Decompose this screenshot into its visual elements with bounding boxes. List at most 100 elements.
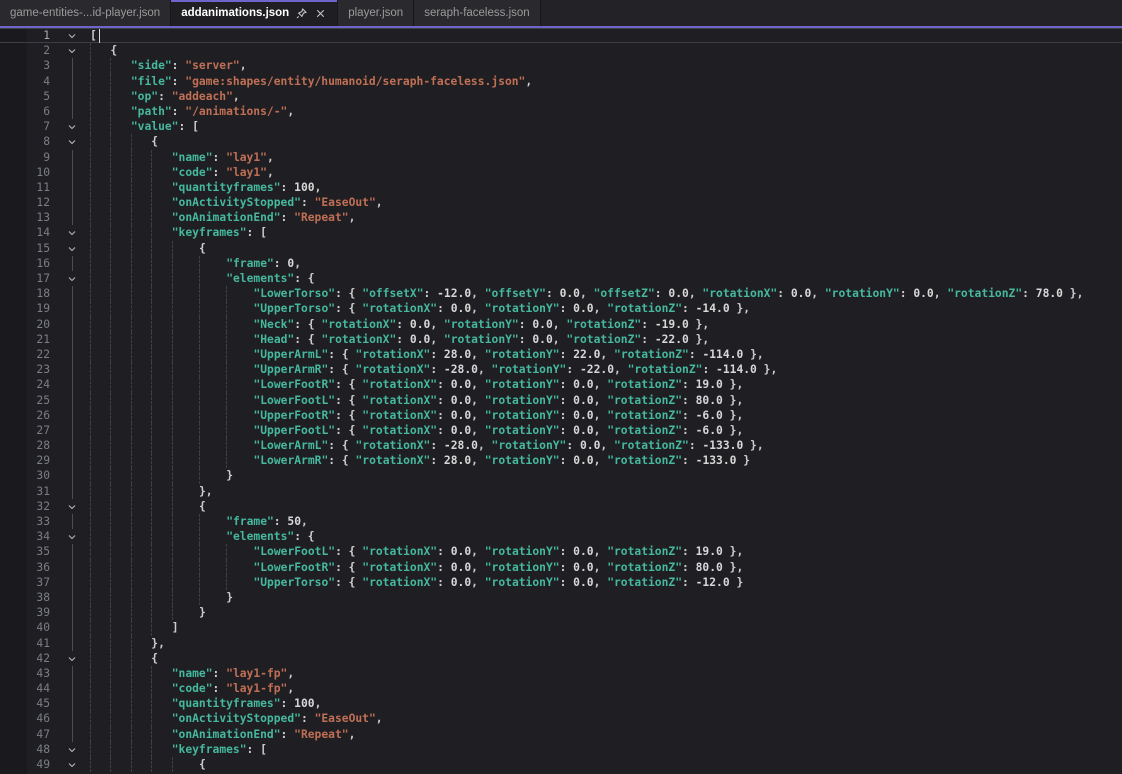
code-line-42[interactable]: 42{ [0, 651, 1122, 666]
code-line-3[interactable]: 3"side": "server", [0, 58, 1122, 73]
code-content[interactable]: "UpperArmR": { "rotationX": -28.0, "rota… [90, 362, 1122, 377]
code-content[interactable]: { [90, 241, 1122, 256]
code-content[interactable]: "keyframes": [ [90, 225, 1122, 240]
code-line-37[interactable]: 37"UpperTorso": { "rotationX": 0.0, "rot… [0, 575, 1122, 590]
code-content[interactable]: { [90, 757, 1122, 772]
code-content[interactable]: "onAnimationEnd": "Repeat", [90, 727, 1122, 742]
close-icon[interactable] [314, 7, 327, 20]
fold-gutter[interactable] [50, 499, 90, 514]
code-content[interactable]: "UpperTorso": { "rotationX": 0.0, "rotat… [90, 575, 1122, 590]
code-line-35[interactable]: 35"LowerFootL": { "rotationX": 0.0, "rot… [0, 544, 1122, 559]
code-line-14[interactable]: 14"keyframes": [ [0, 225, 1122, 240]
code-line-17[interactable]: 17"elements": { [0, 271, 1122, 286]
code-line-22[interactable]: 22"UpperArmL": { "rotationX": 28.0, "rot… [0, 347, 1122, 362]
code-line-11[interactable]: 11"quantityframes": 100, [0, 180, 1122, 195]
code-line-30[interactable]: 30} [0, 468, 1122, 483]
code-content[interactable]: [ [90, 28, 1122, 43]
fold-gutter[interactable] [50, 651, 90, 666]
code-content[interactable]: { [90, 499, 1122, 514]
code-line-31[interactable]: 31}, [0, 484, 1122, 499]
code-line-20[interactable]: 20"Neck": { "rotationX": 0.0, "rotationY… [0, 317, 1122, 332]
code-line-33[interactable]: 33"frame": 50, [0, 514, 1122, 529]
code-line-36[interactable]: 36"LowerFootR": { "rotationX": 0.0, "rot… [0, 560, 1122, 575]
code-content[interactable]: "LowerArmL": { "rotationX": -28.0, "rota… [90, 438, 1122, 453]
code-line-10[interactable]: 10"code": "lay1", [0, 165, 1122, 180]
code-content[interactable]: "LowerTorso": { "offsetX": -12.0, "offse… [90, 286, 1122, 301]
code-content[interactable]: "LowerFootL": { "rotationX": 0.0, "rotat… [90, 393, 1122, 408]
code-line-40[interactable]: 40] [0, 620, 1122, 635]
code-line-39[interactable]: 39} [0, 605, 1122, 620]
code-content[interactable]: "name": "lay1-fp", [90, 666, 1122, 681]
code-line-29[interactable]: 29"LowerArmR": { "rotationX": 28.0, "rot… [0, 453, 1122, 468]
fold-gutter[interactable] [50, 271, 90, 286]
editor-tab-game-entities-id-player-json[interactable]: game-entities-...id-player.json [0, 0, 171, 26]
fold-gutter[interactable] [50, 529, 90, 544]
code-line-49[interactable]: 49{ [0, 757, 1122, 772]
code-content[interactable]: "quantityframes": 100, [90, 180, 1122, 195]
code-content[interactable]: "LowerFootR": { "rotationX": 0.0, "rotat… [90, 560, 1122, 575]
code-line-25[interactable]: 25"LowerFootL": { "rotationX": 0.0, "rot… [0, 393, 1122, 408]
code-line-7[interactable]: 7"value": [ [0, 119, 1122, 134]
code-content[interactable]: "side": "server", [90, 58, 1122, 73]
code-content[interactable]: "onActivityStopped": "EaseOut", [90, 195, 1122, 210]
code-line-6[interactable]: 6"path": "/animations/-", [0, 104, 1122, 119]
code-content[interactable]: "name": "lay1", [90, 150, 1122, 165]
code-line-18[interactable]: 18"LowerTorso": { "offsetX": -12.0, "off… [0, 286, 1122, 301]
code-content[interactable]: "Head": { "rotationX": 0.0, "rotationY":… [90, 332, 1122, 347]
code-content[interactable]: } [90, 605, 1122, 620]
code-line-4[interactable]: 4"file": "game:shapes/entity/humanoid/se… [0, 74, 1122, 89]
code-content[interactable]: "code": "lay1-fp", [90, 681, 1122, 696]
fold-gutter[interactable] [50, 43, 90, 58]
fold-gutter[interactable] [50, 134, 90, 149]
code-content[interactable]: }, [90, 636, 1122, 651]
code-line-8[interactable]: 8{ [0, 134, 1122, 149]
code-content[interactable]: "UpperArmL": { "rotationX": 28.0, "rotat… [90, 347, 1122, 362]
code-content[interactable]: }, [90, 484, 1122, 499]
fold-gutter[interactable] [50, 742, 90, 757]
code-line-12[interactable]: 12"onActivityStopped": "EaseOut", [0, 195, 1122, 210]
code-content[interactable]: { [90, 43, 1122, 58]
code-line-5[interactable]: 5"op": "addeach", [0, 89, 1122, 104]
code-line-32[interactable]: 32{ [0, 499, 1122, 514]
code-line-26[interactable]: 26"UpperFootR": { "rotationX": 0.0, "rot… [0, 408, 1122, 423]
code-line-41[interactable]: 41}, [0, 636, 1122, 651]
code-content[interactable]: "file": "game:shapes/entity/humanoid/ser… [90, 74, 1122, 89]
code-content[interactable]: "elements": { [90, 529, 1122, 544]
code-content[interactable]: "UpperFootL": { "rotationX": 0.0, "rotat… [90, 423, 1122, 438]
code-line-23[interactable]: 23"UpperArmR": { "rotationX": -28.0, "ro… [0, 362, 1122, 377]
code-content[interactable]: "frame": 50, [90, 514, 1122, 529]
fold-gutter[interactable] [50, 119, 90, 134]
code-content[interactable]: "LowerFootL": { "rotationX": 0.0, "rotat… [90, 544, 1122, 559]
code-content[interactable]: } [90, 468, 1122, 483]
fold-gutter[interactable] [50, 757, 90, 772]
code-content[interactable]: "frame": 0, [90, 256, 1122, 271]
code-content[interactable]: "quantityframes": 100, [90, 696, 1122, 711]
code-line-46[interactable]: 46"onActivityStopped": "EaseOut", [0, 711, 1122, 726]
code-line-16[interactable]: 16"frame": 0, [0, 256, 1122, 271]
code-content[interactable]: "onActivityStopped": "EaseOut", [90, 711, 1122, 726]
editor-tab-player-json[interactable]: player.json [338, 0, 414, 26]
code-content[interactable]: "op": "addeach", [90, 89, 1122, 104]
code-content[interactable]: "UpperFootR": { "rotationX": 0.0, "rotat… [90, 408, 1122, 423]
code-line-2[interactable]: 2{ [0, 43, 1122, 58]
code-line-43[interactable]: 43"name": "lay1-fp", [0, 666, 1122, 681]
code-line-47[interactable]: 47"onAnimationEnd": "Repeat", [0, 727, 1122, 742]
code-line-45[interactable]: 45"quantityframes": 100, [0, 696, 1122, 711]
code-line-19[interactable]: 19"UpperTorso": { "rotationX": 0.0, "rot… [0, 301, 1122, 316]
code-line-1[interactable]: 1[ [0, 28, 1122, 43]
code-content[interactable]: } [90, 590, 1122, 605]
code-content[interactable]: "onAnimationEnd": "Repeat", [90, 210, 1122, 225]
code-content[interactable]: ] [90, 620, 1122, 635]
code-content[interactable]: "LowerFootR": { "rotationX": 0.0, "rotat… [90, 377, 1122, 392]
code-content[interactable]: "LowerArmR": { "rotationX": 28.0, "rotat… [90, 453, 1122, 468]
code-line-44[interactable]: 44"code": "lay1-fp", [0, 681, 1122, 696]
code-line-48[interactable]: 48"keyframes": [ [0, 742, 1122, 757]
code-line-38[interactable]: 38} [0, 590, 1122, 605]
editor-tab-addanimations-json[interactable]: addanimations.json [171, 0, 338, 26]
code-editor[interactable]: 1[2{3"side": "server",4"file": "game:sha… [0, 28, 1122, 774]
code-line-28[interactable]: 28"LowerArmL": { "rotationX": -28.0, "ro… [0, 438, 1122, 453]
code-line-24[interactable]: 24"LowerFootR": { "rotationX": 0.0, "rot… [0, 377, 1122, 392]
code-line-15[interactable]: 15{ [0, 241, 1122, 256]
fold-gutter[interactable] [50, 28, 90, 43]
code-content[interactable]: "keyframes": [ [90, 742, 1122, 757]
